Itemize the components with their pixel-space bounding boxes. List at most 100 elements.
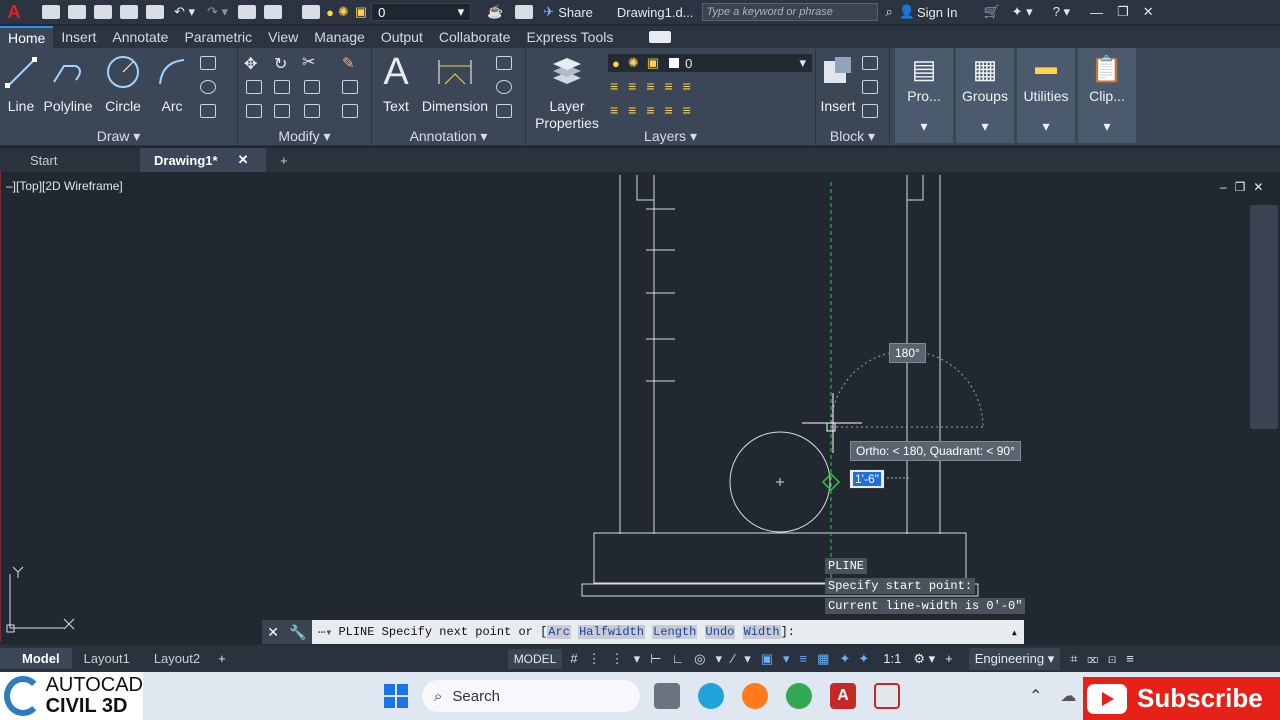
circle-button[interactable]: Circle (100, 52, 146, 114)
rectangle-icon[interactable] (200, 56, 216, 70)
help-icon[interactable]: ? ▾ (1053, 4, 1070, 20)
osnap-icons[interactable]: ▣▾≡▦ (761, 651, 840, 667)
option-arc[interactable]: Arc (547, 625, 571, 639)
chrome-icon[interactable] (786, 683, 812, 709)
subscribe-button[interactable]: Subscribe (1083, 677, 1280, 720)
autocad-civil-taskbar-icon[interactable] (874, 683, 900, 709)
plot-icon[interactable] (146, 5, 164, 19)
teapot-icon[interactable]: ☕ (487, 4, 503, 20)
qat-layer-dropdown[interactable]: 0 ▾ (371, 3, 472, 21)
undo-icon[interactable]: ↶ ▾ (174, 4, 195, 20)
layout-tab-2[interactable]: Layout2 (142, 648, 212, 669)
ellipse-icon[interactable] (200, 80, 216, 94)
dimension-button[interactable]: Dimension (420, 52, 490, 114)
block-panel-title[interactable]: Block ▾ (816, 128, 889, 145)
arc-button[interactable]: Arc (152, 52, 192, 114)
start-tab[interactable]: Start (0, 148, 140, 172)
command-line[interactable]: ⋯▾ PLINE Specify next point or [ Arc Hal… (312, 620, 1024, 644)
copy-icon[interactable] (246, 80, 262, 94)
layer-tools-row1[interactable]: ≡≡≡≡≡ (610, 78, 701, 94)
open-icon[interactable] (42, 5, 60, 19)
minimize-icon[interactable]: — (1090, 5, 1103, 20)
stretch-icon[interactable] (246, 104, 262, 118)
fillet-icon[interactable] (304, 80, 320, 94)
modify-panel-title[interactable]: Modify ▾ (238, 128, 371, 145)
firefox-icon[interactable] (742, 683, 768, 709)
task-view-icon[interactable] (654, 683, 680, 709)
workspace-icon[interactable] (515, 5, 534, 19)
properties-panel-button[interactable]: ▤ Pro... ▾ (895, 48, 953, 143)
match-icon[interactable] (238, 5, 257, 19)
plus-icon[interactable]: + (945, 651, 953, 666)
status-right-icons[interactable]: ⌗⌧⊡≡ (1070, 651, 1144, 667)
insert-block-button[interactable]: Insert (818, 52, 858, 114)
drawing-canvas[interactable] (0, 172, 1250, 642)
linear-dim-icon[interactable] (496, 56, 512, 70)
cart-icon[interactable]: 🛒 (983, 4, 999, 20)
share-icon[interactable]: ✈ (543, 4, 554, 20)
hatch-icon[interactable] (200, 104, 216, 118)
option-undo[interactable]: Undo (704, 625, 736, 639)
line-button[interactable]: Line (4, 52, 38, 114)
mirror-icon[interactable] (274, 80, 290, 94)
onedrive-icon[interactable]: ☁ (1060, 686, 1076, 706)
close-icon[interactable]: ✕ (1143, 4, 1154, 20)
annotation-scale[interactable]: 1:1 (883, 651, 901, 666)
add-layout-icon[interactable]: + (212, 651, 232, 666)
autocad-app-icon[interactable]: A (4, 2, 24, 22)
navigation-bar[interactable] (1250, 205, 1278, 429)
tab-home[interactable]: Home (0, 26, 54, 48)
table-icon[interactable] (496, 104, 512, 118)
redo-icon[interactable]: ↷ ▾ (207, 4, 228, 20)
dynamic-input-box[interactable]: 1'-6" (849, 469, 885, 489)
new-layer-icon[interactable] (302, 5, 321, 19)
distance-input-value[interactable]: 1'-6" (853, 472, 881, 486)
save-as-icon[interactable] (94, 5, 112, 19)
web-save-icon[interactable] (120, 5, 138, 19)
groups-panel-button[interactable]: ▦ Groups ▾ (956, 48, 1014, 143)
trim-icon[interactable]: ✂ (302, 52, 315, 72)
clipboard-panel-button[interactable]: 📋 Clip... ▾ (1078, 48, 1136, 143)
bulb-icon[interactable]: ● (326, 5, 334, 20)
tab-output[interactable]: Output (373, 26, 431, 48)
erase-icon[interactable]: ✎ (342, 54, 355, 72)
tab-insert[interactable]: Insert (53, 26, 104, 48)
layers-panel-title[interactable]: Layers ▾ (526, 128, 815, 145)
polyline-button[interactable]: Polyline (40, 52, 96, 114)
create-block-icon[interactable] (862, 56, 878, 70)
annotation-icons[interactable]: ✦✦ (839, 651, 877, 667)
layer-dropdown[interactable]: ● ✺ ▣ 0 ▾ (608, 54, 812, 72)
option-length[interactable]: Length (652, 625, 698, 639)
share-button[interactable]: Share (558, 5, 593, 20)
gear-icon[interactable]: ⚙ ▾ (913, 651, 935, 667)
edit-block-icon[interactable] (862, 80, 878, 94)
model-space-toggle[interactable]: MODEL (507, 648, 563, 669)
sign-in-link[interactable]: Sign In (917, 5, 957, 20)
print-icon[interactable] (264, 5, 283, 19)
history-expand-icon[interactable]: ▴ (1011, 625, 1018, 640)
tab-view[interactable]: View (260, 26, 306, 48)
drawing-tab[interactable]: Drawing1* ✕ (140, 148, 266, 172)
attribute-icon[interactable] (862, 104, 878, 118)
layout-tab-model[interactable]: Model (0, 648, 72, 669)
sun-icon[interactable]: ✺ (338, 4, 349, 20)
move-icon[interactable]: ✥ (244, 54, 257, 74)
layer-tools-row2[interactable]: ≡≡≡≡≡ (610, 102, 701, 118)
array-icon[interactable] (304, 104, 320, 118)
edge-icon[interactable] (698, 683, 724, 709)
tab-collaborate[interactable]: Collaborate (431, 26, 519, 48)
customize-wrench-icon[interactable]: 🔧 (289, 624, 306, 641)
ribbon-minimize-icon[interactable] (649, 31, 672, 43)
tab-annotate[interactable]: Annotate (104, 26, 176, 48)
lock-icon[interactable]: ▣ (355, 4, 367, 20)
search-icon[interactable]: ⌕ (886, 4, 893, 20)
status-toggle-icons[interactable]: #⋮⋮▾⊢∟◎▾⁄▾ (570, 651, 760, 667)
restore-icon[interactable]: ❐ (1117, 4, 1129, 20)
windows-start-icon[interactable] (384, 684, 408, 708)
tab-parametric[interactable]: Parametric (176, 26, 260, 48)
tab-express-tools[interactable]: Express Tools (518, 26, 621, 48)
annotation-panel-title[interactable]: Annotation ▾ (372, 128, 525, 145)
rotate-icon[interactable]: ↻ (274, 54, 287, 74)
help-search-input[interactable]: Type a keyword or phrase (701, 3, 878, 21)
leader-icon[interactable] (496, 80, 512, 94)
